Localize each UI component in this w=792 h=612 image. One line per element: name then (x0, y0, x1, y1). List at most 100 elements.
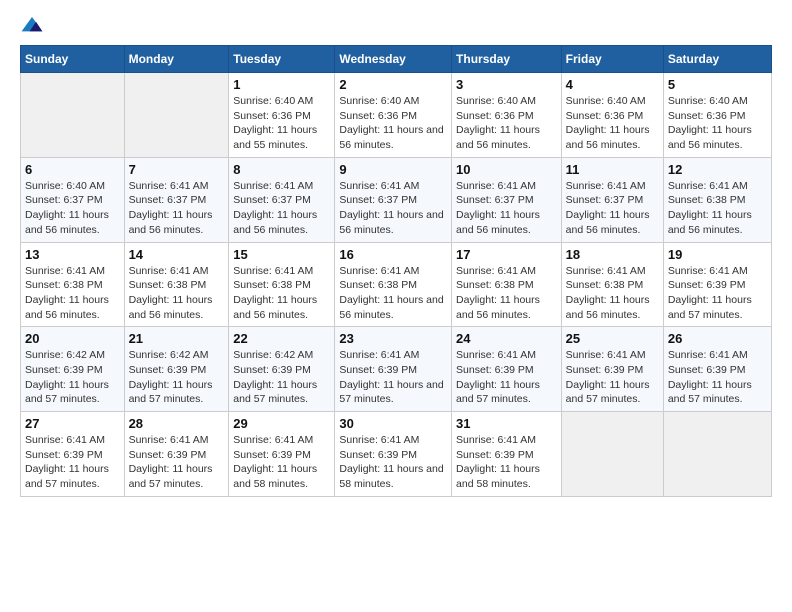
day-number: 25 (566, 331, 659, 346)
day-cell: 30Sunrise: 6:41 AMSunset: 6:39 PMDayligh… (335, 412, 452, 497)
header-row: SundayMondayTuesdayWednesdayThursdayFrid… (21, 46, 772, 73)
day-cell: 1Sunrise: 6:40 AMSunset: 6:36 PMDaylight… (229, 73, 335, 158)
day-cell: 24 Sunrise: 6:41 AMSunset: 6:39 PMDayligh… (452, 327, 562, 412)
day-cell: 8 Sunrise: 6:41 AMSunset: 6:37 PMDaylight… (229, 157, 335, 242)
cell-info: Sunrise: 6:40 AMSunset: 6:37 PMDaylight:… (25, 179, 120, 238)
day-number: 2 (339, 77, 447, 92)
cell-info: Sunrise: 6:41 AMSunset: 6:38 PMDaylight:… (25, 264, 120, 323)
cell-info: Sunrise: 6:41 AMSunset: 6:37 PMDaylight:… (129, 179, 225, 238)
day-number: 24 (456, 331, 557, 346)
day-cell: 12 Sunrise: 6:41 AMSunset: 6:38 PMDayligh… (663, 157, 771, 242)
header-cell-monday: Monday (124, 46, 229, 73)
header-cell-sunday: Sunday (21, 46, 125, 73)
day-number: 3 (456, 77, 557, 92)
day-cell: 4 Sunrise: 6:40 AMSunset: 6:36 PMDaylight… (561, 73, 663, 158)
day-number: 31 (456, 416, 557, 431)
day-number: 28 (129, 416, 225, 431)
header-cell-thursday: Thursday (452, 46, 562, 73)
day-number: 17 (456, 247, 557, 262)
cell-info: Sunrise: 6:41 AMSunset: 6:38 PMDaylight:… (129, 264, 225, 323)
day-cell (124, 73, 229, 158)
day-number: 18 (566, 247, 659, 262)
cell-info: Sunrise: 6:41 AMSunset: 6:39 PMDaylight:… (456, 348, 557, 407)
cell-info: Sunrise: 6:40 AMSunset: 6:36 PMDaylight:… (456, 94, 557, 153)
day-cell: 21Sunrise: 6:42 AMSunset: 6:39 PMDayligh… (124, 327, 229, 412)
cell-info: Sunrise: 6:41 AMSunset: 6:39 PMDaylight:… (456, 433, 557, 492)
day-number: 26 (668, 331, 767, 346)
logo-icon (20, 15, 44, 35)
header-cell-saturday: Saturday (663, 46, 771, 73)
day-cell: 2 Sunrise: 6:40 AMSunset: 6:36 PMDaylight… (335, 73, 452, 158)
day-number: 1 (233, 77, 330, 92)
day-cell (663, 412, 771, 497)
week-row-2: 6 Sunrise: 6:40 AMSunset: 6:37 PMDaylight… (21, 157, 772, 242)
day-cell: 14 Sunrise: 6:41 AMSunset: 6:38 PMDayligh… (124, 242, 229, 327)
week-row-3: 13Sunrise: 6:41 AMSunset: 6:38 PMDayligh… (21, 242, 772, 327)
day-number: 5 (668, 77, 767, 92)
day-cell: 15 Sunrise: 6:41 AMSunset: 6:38 PMDayligh… (229, 242, 335, 327)
day-cell: 29Sunrise: 6:41 AMSunset: 6:39 PMDayligh… (229, 412, 335, 497)
day-cell: 19 Sunrise: 6:41 AMSunset: 6:39 PMDayligh… (663, 242, 771, 327)
day-cell (21, 73, 125, 158)
cell-info: Sunrise: 6:40 AMSunset: 6:36 PMDaylight:… (339, 94, 447, 153)
week-row-5: 27 Sunrise: 6:41 AMSunset: 6:39 PMDayligh… (21, 412, 772, 497)
day-number: 23 (339, 331, 447, 346)
day-cell: 17 Sunrise: 6:41 AMSunset: 6:38 PMDayligh… (452, 242, 562, 327)
cell-info: Sunrise: 6:40 AMSunset: 6:36 PMDaylight:… (566, 94, 659, 153)
day-cell: 20 Sunrise: 6:42 AMSunset: 6:39 PMDayligh… (21, 327, 125, 412)
cell-info: Sunrise: 6:41 AMSunset: 6:38 PMDaylight:… (233, 264, 330, 323)
cell-info: Sunrise: 6:41 AMSunset: 6:39 PMDaylight:… (129, 433, 225, 492)
cell-info: Sunrise: 6:41 AMSunset: 6:39 PMDaylight:… (566, 348, 659, 407)
day-cell: 18 Sunrise: 6:41 AMSunset: 6:38 PMDayligh… (561, 242, 663, 327)
cell-info: Sunrise: 6:42 AMSunset: 6:39 PMDaylight:… (233, 348, 330, 407)
day-number: 16 (339, 247, 447, 262)
cell-info: Sunrise: 6:41 AMSunset: 6:38 PMDaylight:… (566, 264, 659, 323)
day-number: 9 (339, 162, 447, 177)
day-cell: 10 Sunrise: 6:41 AMSunset: 6:37 PMDayligh… (452, 157, 562, 242)
day-number: 14 (129, 247, 225, 262)
day-number: 22 (233, 331, 330, 346)
calendar-table: SundayMondayTuesdayWednesdayThursdayFrid… (20, 45, 772, 497)
day-cell: 16 Sunrise: 6:41 AMSunset: 6:38 PMDayligh… (335, 242, 452, 327)
day-cell: 27 Sunrise: 6:41 AMSunset: 6:39 PMDayligh… (21, 412, 125, 497)
day-number: 15 (233, 247, 330, 262)
day-cell: 3 Sunrise: 6:40 AMSunset: 6:36 PMDaylight… (452, 73, 562, 158)
day-cell: 13Sunrise: 6:41 AMSunset: 6:38 PMDayligh… (21, 242, 125, 327)
day-number: 6 (25, 162, 120, 177)
cell-info: Sunrise: 6:41 AMSunset: 6:38 PMDaylight:… (456, 264, 557, 323)
cell-info: Sunrise: 6:41 AMSunset: 6:37 PMDaylight:… (233, 179, 330, 238)
day-cell: 23Sunrise: 6:41 AMSunset: 6:39 PMDayligh… (335, 327, 452, 412)
week-row-1: 1 Sunrise: 6:40 AMSunset: 6:36 PMDaylight… (21, 73, 772, 158)
day-cell: 28 Sunrise: 6:41 AMSunset: 6:39 PMDayligh… (124, 412, 229, 497)
logo (20, 15, 48, 35)
cell-info: Sunrise: 6:41 AMSunset: 6:39 PMDaylight:… (25, 433, 120, 492)
header-cell-wednesday: Wednesday (335, 46, 452, 73)
cell-info: Sunrise: 6:41 AMSunset: 6:39 PMDaylight:… (668, 264, 767, 323)
day-cell: 25 Sunrise: 6:41 AMSunset: 6:39 PMDayligh… (561, 327, 663, 412)
day-cell: 31 Sunrise: 6:41 AMSunset: 6:39 PMDayligh… (452, 412, 562, 497)
day-cell: 22 Sunrise: 6:42 AMSunset: 6:39 PMDayligh… (229, 327, 335, 412)
cell-info: Sunrise: 6:41 AMSunset: 6:37 PMDaylight:… (339, 179, 447, 238)
cell-info: Sunrise: 6:41 AMSunset: 6:37 PMDaylight:… (456, 179, 557, 238)
week-row-4: 20 Sunrise: 6:42 AMSunset: 6:39 PMDayligh… (21, 327, 772, 412)
day-cell: 6 Sunrise: 6:40 AMSunset: 6:37 PMDaylight… (21, 157, 125, 242)
cell-info: Sunrise: 6:41 AMSunset: 6:38 PMDaylight:… (339, 264, 447, 323)
day-number: 4 (566, 77, 659, 92)
day-number: 20 (25, 331, 120, 346)
day-number: 10 (456, 162, 557, 177)
day-number: 12 (668, 162, 767, 177)
day-number: 19 (668, 247, 767, 262)
cell-info: Sunrise: 6:41 AMSunset: 6:38 PMDaylight:… (668, 179, 767, 238)
day-cell: 7 Sunrise: 6:41 AMSunset: 6:37 PMDaylight… (124, 157, 229, 242)
day-number: 7 (129, 162, 225, 177)
day-number: 27 (25, 416, 120, 431)
day-number: 29 (233, 416, 330, 431)
day-cell (561, 412, 663, 497)
cell-info: Sunrise: 6:41 AMSunset: 6:39 PMDaylight:… (668, 348, 767, 407)
cell-info: Sunrise: 6:42 AMSunset: 6:39 PMDaylight:… (25, 348, 120, 407)
day-cell: 5Sunrise: 6:40 AMSunset: 6:36 PMDaylight… (663, 73, 771, 158)
cell-info: Sunrise: 6:41 AMSunset: 6:39 PMDaylight:… (339, 433, 447, 492)
day-number: 8 (233, 162, 330, 177)
header-cell-friday: Friday (561, 46, 663, 73)
day-cell: 26 Sunrise: 6:41 AMSunset: 6:39 PMDayligh… (663, 327, 771, 412)
